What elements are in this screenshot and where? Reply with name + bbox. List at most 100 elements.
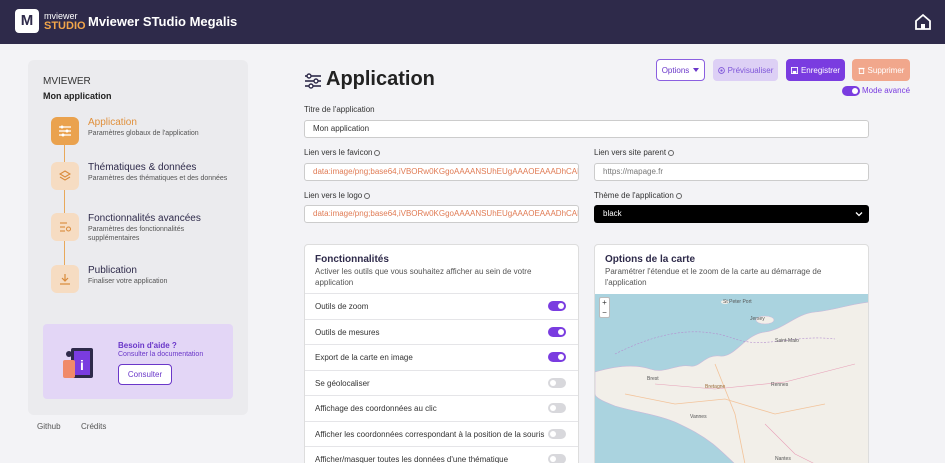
info-icon (668, 150, 675, 156)
map-place-label: Vannes (690, 414, 707, 420)
map-options-desc: Paramétrer l'étendue et le zoom de la ca… (605, 267, 822, 287)
advanced-mode-toggle[interactable] (842, 86, 860, 96)
feature-toggle[interactable] (548, 403, 566, 413)
map-view[interactable]: + − St Peter Port Jersey Brest Rennes Na… (595, 294, 868, 463)
options-label: Options (661, 65, 690, 75)
step-title: Thématiques & données (88, 162, 197, 173)
feature-toggle[interactable] (548, 352, 566, 362)
map-place-label: Brest (647, 376, 659, 382)
feature-label: Afficher/masquer toutes les données d'un… (315, 455, 509, 463)
map-place-label: Saint-Malo (775, 338, 799, 344)
advanced-mode-label: Mode avancé (862, 86, 911, 95)
preview-label: Prévisualiser (727, 65, 774, 75)
features-desc: Activer les outils que vous souhaitez af… (315, 267, 532, 287)
favicon-input[interactable]: data:image/png;base64,iVBORw0KGgoAAAANSU… (304, 163, 579, 181)
step-desc: Finaliser votre application (88, 278, 168, 285)
step-application[interactable]: Application Paramètres globaux de l'appl… (51, 117, 246, 157)
brand-name-bottom: STUDIO (44, 20, 86, 32)
top-bar: M mviewer STUDIO Mviewer STudio Megalis (0, 0, 945, 44)
title-field-label: Titre de l'application (304, 105, 375, 114)
sidebar: MVIEWER Mon application Application Para… (28, 60, 248, 415)
feature-row: Export de la carte en image (305, 344, 578, 369)
help-illustration-icon: i (63, 348, 93, 378)
feature-label: Afficher les coordonnées correspondant à… (315, 430, 545, 439)
svg-text:i: i (80, 357, 84, 373)
layers-icon (51, 162, 79, 190)
preview-button[interactable]: Prévisualiser (713, 59, 778, 81)
chevron-down-icon (693, 68, 700, 72)
map-options-panel: Options de la carte Paramétrer l'étendue… (594, 244, 869, 463)
feature-row: Se géolocaliser (305, 370, 578, 395)
step-publication[interactable]: Publication Finaliser votre application (51, 265, 246, 305)
save-button[interactable]: Enregistrer (786, 59, 845, 81)
step-desc: Paramètres des thématiques et des donnée… (88, 175, 228, 182)
map-place-label: Bretagne (705, 384, 726, 390)
theme-select[interactable]: black (594, 205, 869, 223)
feature-toggle[interactable] (548, 378, 566, 388)
feature-toggle[interactable] (548, 429, 566, 439)
parent-site-input[interactable]: https://mapage.fr (594, 163, 869, 181)
github-link[interactable]: Github (37, 422, 61, 431)
eye-icon (717, 66, 725, 74)
logo-field-label: Lien vers le logo (304, 191, 371, 200)
page-title: Application (326, 68, 435, 90)
delete-button[interactable]: Supprimer (852, 59, 910, 81)
step-fonctionnalites[interactable]: Fonctionnalités avancées Paramètres des … (51, 213, 246, 253)
chevron-down-icon (855, 212, 863, 217)
sliders-icon (305, 73, 321, 89)
logo-input[interactable]: data:image/png;base64,iVBORw0KGgoAAAANSU… (304, 205, 579, 223)
map-options-title: Options de la carte (605, 254, 696, 265)
map-place-label: St Peter Port (723, 299, 752, 305)
sliders-icon (51, 117, 79, 145)
map-place-label: Rennes (771, 382, 789, 388)
feature-row: Affichage des coordonnées au clic (305, 395, 578, 420)
help-doc-link[interactable]: Consulter la documentation (118, 351, 203, 358)
map-place-label: Jersey (750, 316, 765, 322)
theme-select-value: black (603, 209, 622, 218)
title-input[interactable]: Mon application (304, 120, 869, 138)
consult-button[interactable]: Consulter (118, 364, 172, 385)
feature-row: Afficher les coordonnées correspondant à… (305, 421, 578, 446)
feature-toggle[interactable] (548, 454, 566, 463)
feature-label: Export de la carte en image (315, 353, 413, 362)
zoom-control: + − (599, 297, 610, 318)
feature-label: Outils de mesures (315, 328, 380, 337)
map-tiles (595, 300, 868, 463)
feature-toggle[interactable] (548, 301, 566, 311)
step-title: Fonctionnalités avancées (88, 213, 201, 224)
feature-label: Se géolocaliser (315, 379, 370, 388)
feature-row: Outils de mesures (305, 319, 578, 344)
step-title: Publication (88, 265, 137, 276)
zoom-in-button[interactable]: + (600, 298, 609, 308)
save-icon (790, 66, 798, 74)
sidebar-heading: MVIEWER (43, 76, 91, 87)
step-thematiques[interactable]: Thématiques & données Paramètres des thé… (51, 162, 246, 202)
credits-link[interactable]: Crédits (81, 422, 106, 431)
list-settings-icon (51, 213, 79, 241)
home-icon[interactable] (913, 12, 933, 32)
app-logo[interactable]: M (15, 9, 39, 33)
step-desc: Paramètres globaux de l'application (88, 130, 199, 137)
info-icon (675, 193, 682, 199)
save-label: Enregistrer (800, 65, 841, 75)
delete-label: Supprimer (867, 65, 905, 75)
help-card: i Besoin d'aide ? Consulter la documenta… (43, 324, 233, 399)
map-place-label: Nantes (775, 456, 791, 462)
feature-row: Outils de zoom (305, 293, 578, 318)
features-title: Fonctionnalités (315, 254, 389, 265)
zoom-out-button[interactable]: − (600, 308, 609, 318)
feature-toggle[interactable] (548, 327, 566, 337)
help-title: Besoin d'aide ? (118, 341, 177, 350)
sidebar-subheading: Mon application (43, 91, 112, 101)
theme-field-label: Thème de l'application (594, 191, 682, 200)
info-icon (374, 150, 381, 156)
step-title: Application (88, 117, 137, 128)
feature-row: Afficher/masquer toutes les données d'un… (305, 446, 578, 463)
step-desc: Paramètres des fonctionnalités supplémen… (88, 226, 185, 242)
feature-label: Outils de zoom (315, 302, 369, 311)
options-button[interactable]: Options (656, 59, 705, 81)
features-panel: Fonctionnalités Activer les outils que v… (304, 244, 579, 463)
info-icon (364, 193, 371, 199)
feature-label: Affichage des coordonnées au clic (315, 404, 437, 413)
parent-site-field-label: Lien vers site parent (594, 148, 675, 157)
